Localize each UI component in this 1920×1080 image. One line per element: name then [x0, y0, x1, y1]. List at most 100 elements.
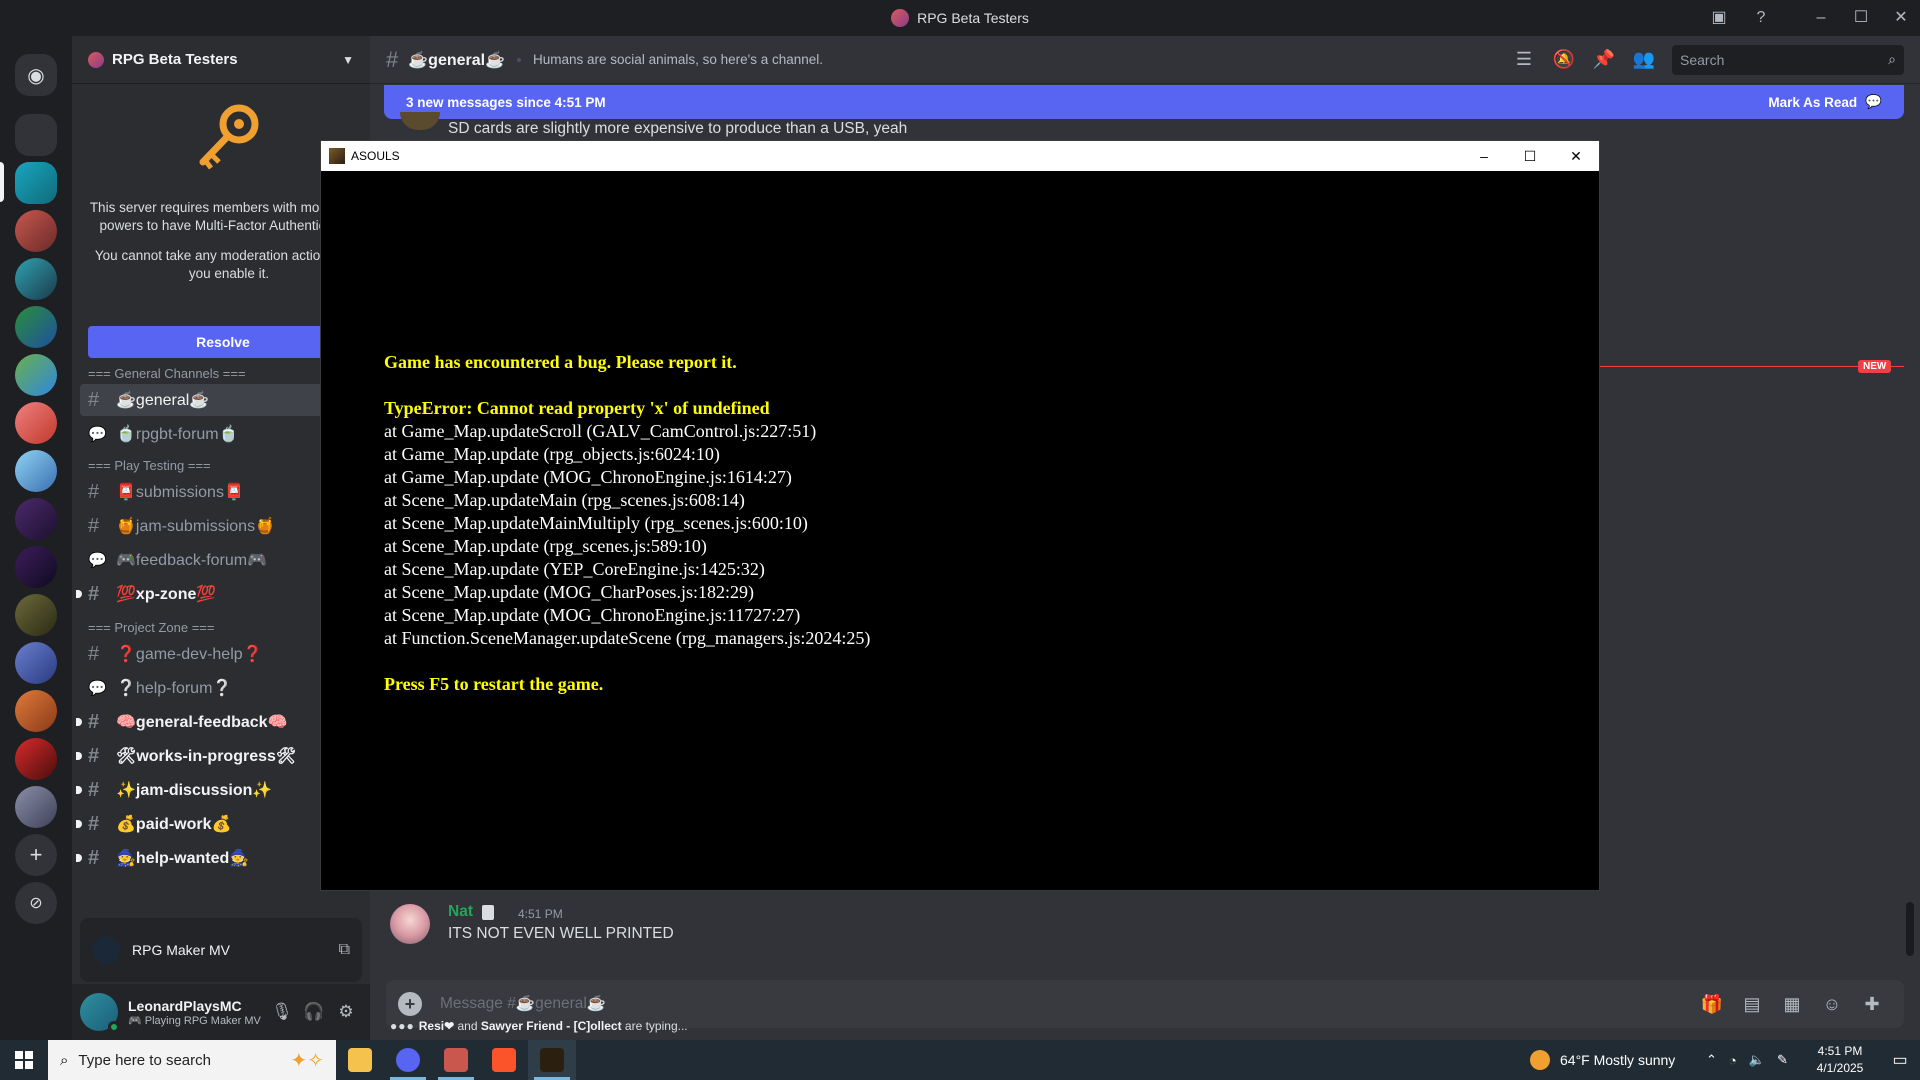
- message-author[interactable]: Nat: [448, 903, 473, 921]
- channel-topic[interactable]: Humans are social animals, so here's a c…: [533, 52, 1504, 67]
- microphone-icon[interactable]: 🎙: [266, 996, 298, 1028]
- file-explorer-icon[interactable]: [336, 1040, 384, 1080]
- direct-messages-icon[interactable]: [15, 114, 57, 156]
- maximize-button[interactable]: ☐: [1507, 148, 1553, 165]
- help-icon[interactable]: ?: [1748, 6, 1774, 30]
- server-icon[interactable]: [15, 402, 57, 444]
- threads-icon[interactable]: ☰: [1504, 49, 1544, 70]
- stack-line: at Game_Map.update (MOG_ChronoEngine.js:…: [384, 467, 792, 487]
- member-list-icon[interactable]: 👥: [1624, 49, 1664, 70]
- activity-panel[interactable]: RPG Maker MV ⧉: [80, 918, 362, 982]
- apps-icon[interactable]: ✚: [1852, 994, 1892, 1015]
- forum-icon: 💬: [88, 680, 107, 697]
- headphones-icon[interactable]: 🎧: [298, 996, 330, 1028]
- volume-icon[interactable]: 🔈: [1749, 1052, 1765, 1068]
- discord-taskbar-icon[interactable]: [384, 1040, 432, 1080]
- taskbar-search[interactable]: ⌕ ✦✧: [48, 1040, 336, 1080]
- close-button[interactable]: ✕: [1888, 6, 1914, 30]
- mark-as-read-button[interactable]: Mark As Read: [1768, 95, 1857, 110]
- category-play-testing[interactable]: === Play Testing ===: [88, 458, 211, 473]
- server-icon[interactable]: [15, 690, 57, 732]
- avatar[interactable]: [400, 112, 440, 130]
- discover-icon[interactable]: ⊘: [15, 882, 57, 924]
- discord-home-icon[interactable]: ◉: [15, 54, 57, 96]
- wifi-icon[interactable]: ◔: [1729, 1053, 1737, 1068]
- hash-icon: #: [88, 480, 100, 503]
- username: LeonardPlaysMC: [128, 997, 242, 1014]
- chevron-up-icon[interactable]: ⌃: [1706, 1052, 1717, 1068]
- minimize-button[interactable]: –: [1808, 6, 1834, 30]
- resolve-button[interactable]: Resolve: [88, 326, 358, 358]
- sticker-icon[interactable]: ▦: [1772, 994, 1812, 1015]
- typing-indicator: ●●● Resi❤ and Sawyer Friend - [C]ollect a…: [390, 1019, 688, 1033]
- user-info[interactable]: LeonardPlaysMC 🎮 Playing RPG Maker MV: [128, 998, 266, 1027]
- add-attachment-icon[interactable]: +: [398, 992, 422, 1016]
- server-icon: [891, 9, 910, 27]
- add-server-icon[interactable]: +: [15, 834, 57, 876]
- inbox-icon[interactable]: ▣: [1706, 6, 1732, 30]
- hash-icon: #: [386, 46, 399, 72]
- server-icon[interactable]: [15, 306, 57, 348]
- pin-icon[interactable]: 📌: [1584, 49, 1624, 70]
- notification-bell-icon[interactable]: 🔕: [1544, 49, 1584, 70]
- steam-icon: [92, 936, 120, 964]
- sparkle-icon: ✦✧: [290, 1049, 324, 1072]
- close-button[interactable]: ✕: [1553, 148, 1599, 165]
- unread-indicator: [76, 854, 82, 862]
- clock[interactable]: 4:51 PM 4/1/2025: [1800, 1043, 1880, 1077]
- scrollbar[interactable]: [1906, 902, 1914, 956]
- server-icon[interactable]: [15, 162, 57, 204]
- server-icon[interactable]: [15, 594, 57, 636]
- weather-widget[interactable]: 64°F Mostly sunny: [1530, 1040, 1675, 1080]
- stack-line: at Scene_Map.update (rpg_scenes.js:589:1…: [384, 536, 707, 556]
- notification-center-icon[interactable]: ▭: [1880, 1040, 1920, 1080]
- avatar[interactable]: [390, 904, 430, 944]
- chevron-down-icon[interactable]: ▼: [342, 53, 354, 67]
- category-general[interactable]: === General Channels ===: [88, 366, 246, 381]
- server-icon[interactable]: [15, 738, 57, 780]
- search-box[interactable]: ⌕: [1672, 44, 1904, 75]
- server-icon[interactable]: [15, 258, 57, 300]
- pen-icon[interactable]: ✎: [1777, 1052, 1788, 1068]
- stack-line: at Game_Map.update (rpg_objects.js:6024:…: [384, 444, 720, 464]
- emoji-icon[interactable]: ☺: [1812, 994, 1852, 1015]
- game-taskbar-icon[interactable]: [528, 1040, 576, 1080]
- game-window: ASOULS – ☐ ✕ Game has encountered a bug.…: [320, 140, 1600, 891]
- search-input[interactable]: [1680, 51, 1889, 68]
- weather-sun-icon: [1530, 1050, 1550, 1070]
- game-title-bar[interactable]: ASOULS – ☐ ✕: [321, 141, 1599, 171]
- maximize-button[interactable]: ☐: [1848, 6, 1874, 30]
- stack-line: at Scene_Map.update (YEP_CoreEngine.js:1…: [384, 559, 765, 579]
- server-icon[interactable]: [15, 642, 57, 684]
- category-project-zone[interactable]: === Project Zone ===: [88, 620, 214, 635]
- brave-browser-icon[interactable]: [480, 1040, 528, 1080]
- unread-indicator: [76, 820, 82, 828]
- avatar[interactable]: [80, 993, 120, 1033]
- taskbar-search-input[interactable]: [78, 1051, 291, 1069]
- message-input[interactable]: [440, 995, 1692, 1013]
- gif-icon[interactable]: ▤: [1732, 994, 1772, 1015]
- taskbar: ⌕ ✦✧ 64°F Mostly sunny ⌃ ◔ 🔈 ✎ 4:51 PM 4…: [0, 1040, 1920, 1080]
- server-icon[interactable]: [15, 354, 57, 396]
- new-messages-bar[interactable]: 3 new messages since 4:51 PM Mark As Rea…: [384, 85, 1904, 119]
- server-header[interactable]: RPG Beta Testers ▼: [72, 36, 370, 84]
- stack-line: at Scene_Map.updateMain (rpg_scenes.js:6…: [384, 490, 745, 510]
- stack-line: at Scene_Map.updateMainMultiply (rpg_sce…: [384, 513, 808, 533]
- server-icon[interactable]: [15, 498, 57, 540]
- stack-line: at Scene_Map.update (MOG_ChronoEngine.js…: [384, 605, 801, 625]
- window-title: RPG Beta Testers: [0, 9, 1920, 27]
- screen-share-icon[interactable]: ⧉: [339, 941, 350, 959]
- server-icon[interactable]: [15, 210, 57, 252]
- server-icon[interactable]: [15, 546, 57, 588]
- windows-start-icon[interactable]: [0, 1040, 48, 1080]
- error-text: Game has encountered a bug. Please repor…: [384, 351, 870, 696]
- gift-icon[interactable]: 🎁: [1692, 994, 1732, 1015]
- server-icon[interactable]: [15, 786, 57, 828]
- activity-label: RPG Maker MV: [132, 942, 231, 958]
- server-icon[interactable]: [15, 450, 57, 492]
- minimize-button[interactable]: –: [1461, 148, 1507, 164]
- title-bar: RPG Beta Testers ▣ ? – ☐ ✕: [0, 0, 1920, 36]
- stack-line: at Scene_Map.update (MOG_CharPoses.js:18…: [384, 582, 754, 602]
- gear-icon[interactable]: ⚙: [330, 996, 362, 1028]
- rpg-maker-taskbar-icon[interactable]: [432, 1040, 480, 1080]
